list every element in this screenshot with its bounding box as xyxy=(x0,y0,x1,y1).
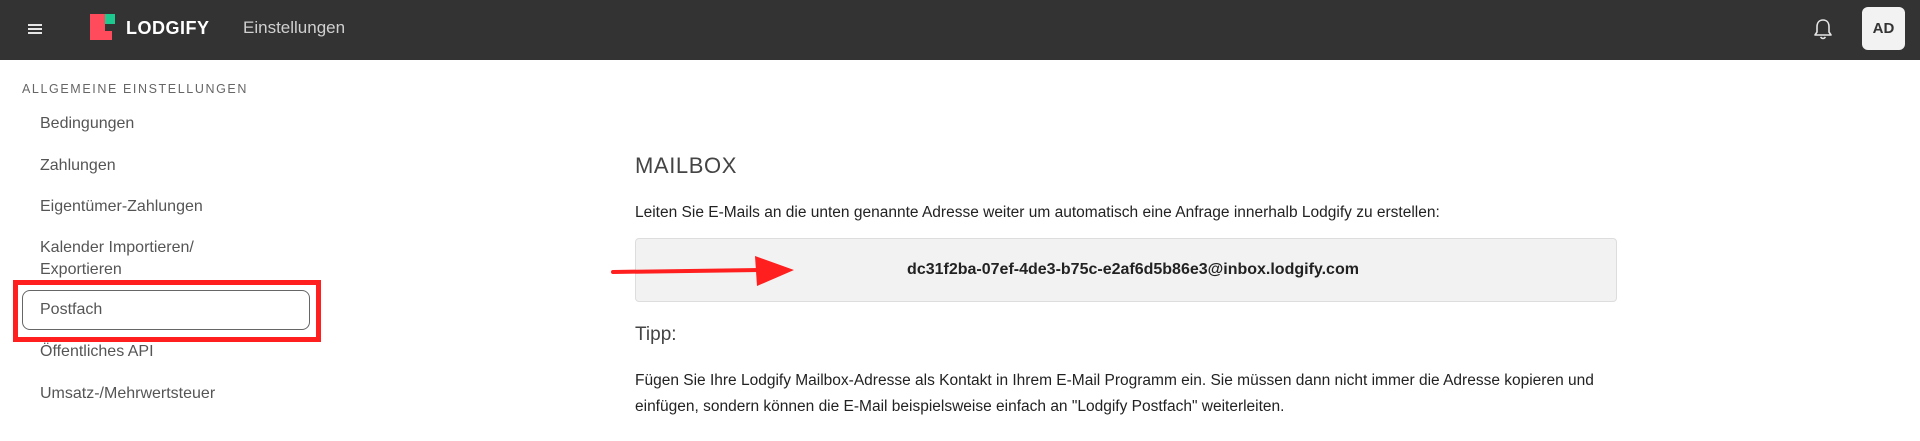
red-arrow-right-icon xyxy=(611,256,794,286)
sidebar-item-postfach[interactable]: Postfach xyxy=(22,290,310,330)
sidebar-item-kalender[interactable]: Kalender Importieren/ Exportieren xyxy=(40,237,194,281)
mailbox-title: MAILBOX xyxy=(635,153,738,178)
brand-name[interactable]: LODGIFY xyxy=(126,18,210,39)
page-title: Einstellungen xyxy=(243,18,346,37)
sidebar-item-label-line1: Kalender Importieren/ xyxy=(40,239,194,256)
sidebar-item-bedingungen[interactable]: Bedingungen xyxy=(40,113,134,135)
top-bar: LODGIFY Einstellungen AD xyxy=(0,0,1920,60)
sidebar-item-umsatzsteuer[interactable]: Umsatz-/Mehrwertsteuer xyxy=(40,383,215,405)
sidebar-item-zahlungen[interactable]: Zahlungen xyxy=(40,155,116,177)
tip-text: Fügen Sie Ihre Lodgify Mailbox-Adresse a… xyxy=(635,372,1594,415)
bell-icon[interactable] xyxy=(1810,16,1836,42)
sidebar-section-label: ALLGEMEINE EINSTELLUNGEN xyxy=(22,82,248,96)
sidebar-item-eigentuemer-zahlungen[interactable]: Eigentümer-Zahlungen xyxy=(40,196,203,218)
mailbox-address[interactable]: dc31f2ba-07ef-4de3-b75c-e2af6d5b86e3@inb… xyxy=(907,261,1359,279)
avatar[interactable]: AD xyxy=(1862,7,1905,50)
tip-label: Tipp: xyxy=(635,324,677,345)
lodgify-logo-icon[interactable] xyxy=(90,14,116,40)
sidebar-item-label-line2: Exportieren xyxy=(40,261,122,278)
hamburger-menu-icon[interactable] xyxy=(24,18,46,40)
sidebar-item-oeffentliches-api[interactable]: Öffentliches API xyxy=(40,341,154,363)
mailbox-description: Leiten Sie E-Mails an die unten genannte… xyxy=(635,204,1440,221)
